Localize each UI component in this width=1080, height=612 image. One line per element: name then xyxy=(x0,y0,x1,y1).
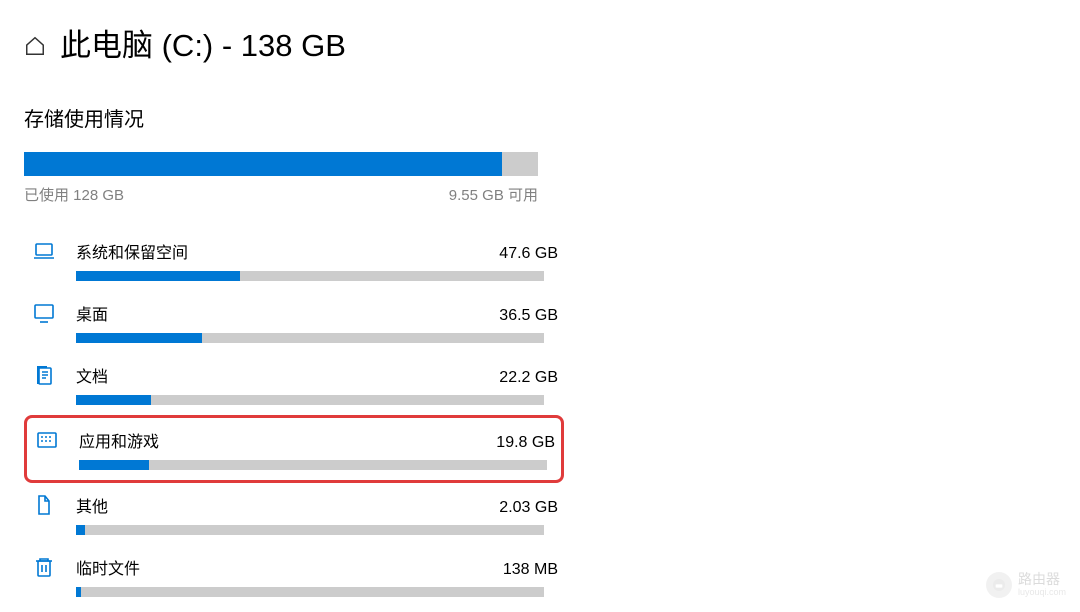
category-bar xyxy=(79,460,547,470)
category-size: 22.2 GB xyxy=(499,369,558,387)
category-item[interactable]: 临时文件 138 MB xyxy=(24,545,564,607)
watermark: 路由器 luyouqi.com xyxy=(986,572,1066,598)
category-header: 其他 2.03 GB xyxy=(76,493,558,517)
category-item[interactable]: 其他 2.03 GB xyxy=(24,483,564,545)
overview-labels: 已使用 128 GB 9.55 GB 可用 xyxy=(24,184,538,205)
category-body: 应用和游戏 19.8 GB xyxy=(79,428,555,470)
watermark-text: 路由器 xyxy=(1018,572,1066,587)
document-icon xyxy=(32,363,56,387)
category-size: 19.8 GB xyxy=(496,434,555,452)
package-icon xyxy=(32,493,56,517)
category-item[interactable]: 桌面 36.5 GB xyxy=(24,291,564,353)
page-header: 此电脑 (C:) - 138 GB xyxy=(24,20,1056,65)
category-bar-fill xyxy=(76,587,81,597)
category-name: 桌面 xyxy=(76,301,108,325)
category-name: 临时文件 xyxy=(76,555,140,579)
category-bar-fill xyxy=(79,460,149,470)
home-icon[interactable] xyxy=(24,35,46,57)
category-name: 其他 xyxy=(76,493,108,517)
category-body: 系统和保留空间 47.6 GB xyxy=(76,239,558,281)
category-name: 应用和游戏 xyxy=(79,428,159,452)
overview-free-label: 9.55 GB 可用 xyxy=(449,184,538,205)
category-bar xyxy=(76,271,544,281)
category-bar-fill xyxy=(76,271,240,281)
category-item[interactable]: 文档 22.2 GB xyxy=(24,353,564,415)
category-size: 2.03 GB xyxy=(499,499,558,517)
category-body: 临时文件 138 MB xyxy=(76,555,558,597)
category-body: 桌面 36.5 GB xyxy=(76,301,558,343)
category-bar xyxy=(76,525,544,535)
category-size: 47.6 GB xyxy=(499,245,558,263)
category-name: 系统和保留空间 xyxy=(76,239,188,263)
category-header: 文档 22.2 GB xyxy=(76,363,558,387)
category-bar xyxy=(76,395,544,405)
watermark-sub: luyouqi.com xyxy=(1018,588,1066,598)
overview-usage-bar-fill xyxy=(24,152,502,176)
category-header: 应用和游戏 19.8 GB xyxy=(79,428,555,452)
storage-content: 存储使用情况 已使用 128 GB 9.55 GB 可用 系统和保留空间 47.6… xyxy=(24,103,564,607)
category-bar xyxy=(76,333,544,343)
section-title: 存储使用情况 xyxy=(24,103,564,132)
category-body: 其他 2.03 GB xyxy=(76,493,558,535)
router-icon xyxy=(986,572,1012,598)
category-item[interactable]: 应用和游戏 19.8 GB xyxy=(24,415,564,483)
page-title: 此电脑 (C:) - 138 GB xyxy=(60,20,346,65)
category-header: 桌面 36.5 GB xyxy=(76,301,558,325)
category-header: 系统和保留空间 47.6 GB xyxy=(76,239,558,263)
category-name: 文档 xyxy=(76,363,108,387)
category-size: 138 MB xyxy=(503,561,558,579)
trash-icon xyxy=(32,555,56,579)
laptop-icon xyxy=(32,239,56,263)
category-bar-fill xyxy=(76,333,202,343)
category-header: 临时文件 138 MB xyxy=(76,555,558,579)
overview-used-label: 已使用 128 GB xyxy=(24,184,124,205)
monitor-icon xyxy=(32,301,56,325)
apps-icon xyxy=(35,428,59,452)
category-bar xyxy=(76,587,544,597)
overview-usage-bar xyxy=(24,152,538,176)
category-bar-fill xyxy=(76,525,85,535)
category-item[interactable]: 系统和保留空间 47.6 GB xyxy=(24,229,564,291)
category-size: 36.5 GB xyxy=(499,307,558,325)
category-list: 系统和保留空间 47.6 GB 桌面 36.5 GB 文档 22.2 GB 应用和游戏 19.… xyxy=(24,229,564,607)
category-bar-fill xyxy=(76,395,151,405)
category-body: 文档 22.2 GB xyxy=(76,363,558,405)
